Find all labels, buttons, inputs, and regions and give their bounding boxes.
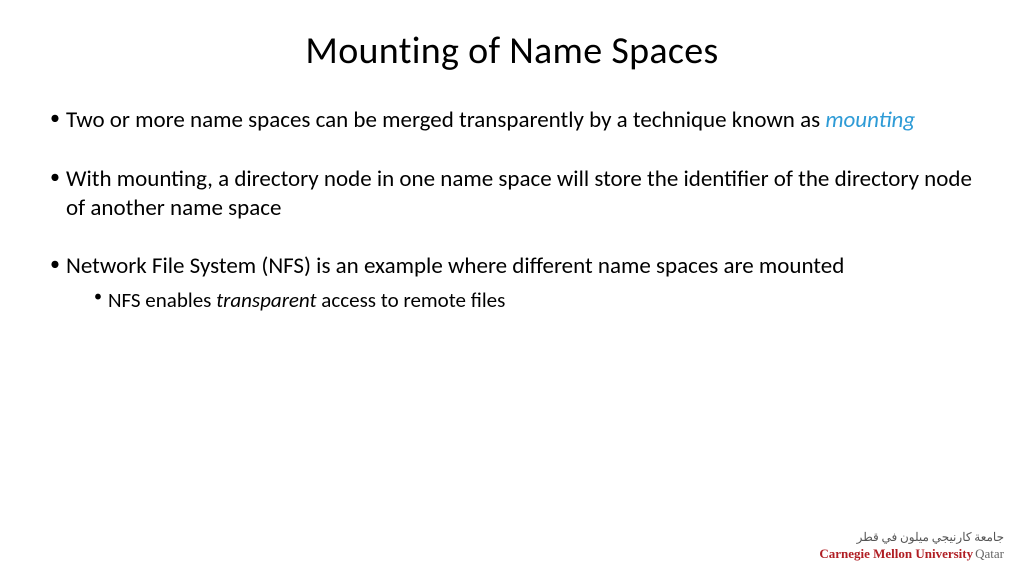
sub-bullet-1-pre: NFS enables: [108, 287, 216, 313]
bullet-2: With mounting, a directory node in one n…: [50, 165, 974, 223]
bullet-1-text: Two or more name spaces can be merged tr…: [66, 106, 825, 134]
footer-logo: جامعة كارنيجي میلون في قطر Carnegie Mell…: [819, 530, 1004, 562]
bullet-1-highlight: mounting: [825, 106, 915, 134]
footer-location: Qatar: [975, 546, 1004, 561]
bullet-3: Network File System (NFS) is an example …: [50, 252, 974, 314]
slide-title: Mounting of Name Spaces: [50, 28, 974, 74]
bullet-list: Two or more name spaces can be merged tr…: [50, 106, 974, 314]
footer-arabic: جامعة كارنيجي میلون في قطر: [819, 530, 1004, 545]
slide-container: Mounting of Name Spaces Two or more name…: [0, 0, 1024, 576]
footer-university-name: Carnegie Mellon University: [819, 546, 973, 561]
bullet-1: Two or more name spaces can be merged tr…: [50, 106, 974, 135]
sub-bullet-1: NFS enables transparent access to remote…: [94, 287, 974, 314]
bullet-2-text: With mounting, a directory node in one n…: [66, 165, 972, 222]
footer-university: Carnegie Mellon UniversityQatar: [819, 546, 1004, 562]
sub-bullet-1-post: access to remote files: [317, 287, 506, 313]
bullet-3-text: Network File System (NFS) is an example …: [66, 252, 844, 280]
sub-bullet-list: NFS enables transparent access to remote…: [66, 287, 974, 314]
sub-bullet-1-italic: transparent: [216, 287, 316, 313]
